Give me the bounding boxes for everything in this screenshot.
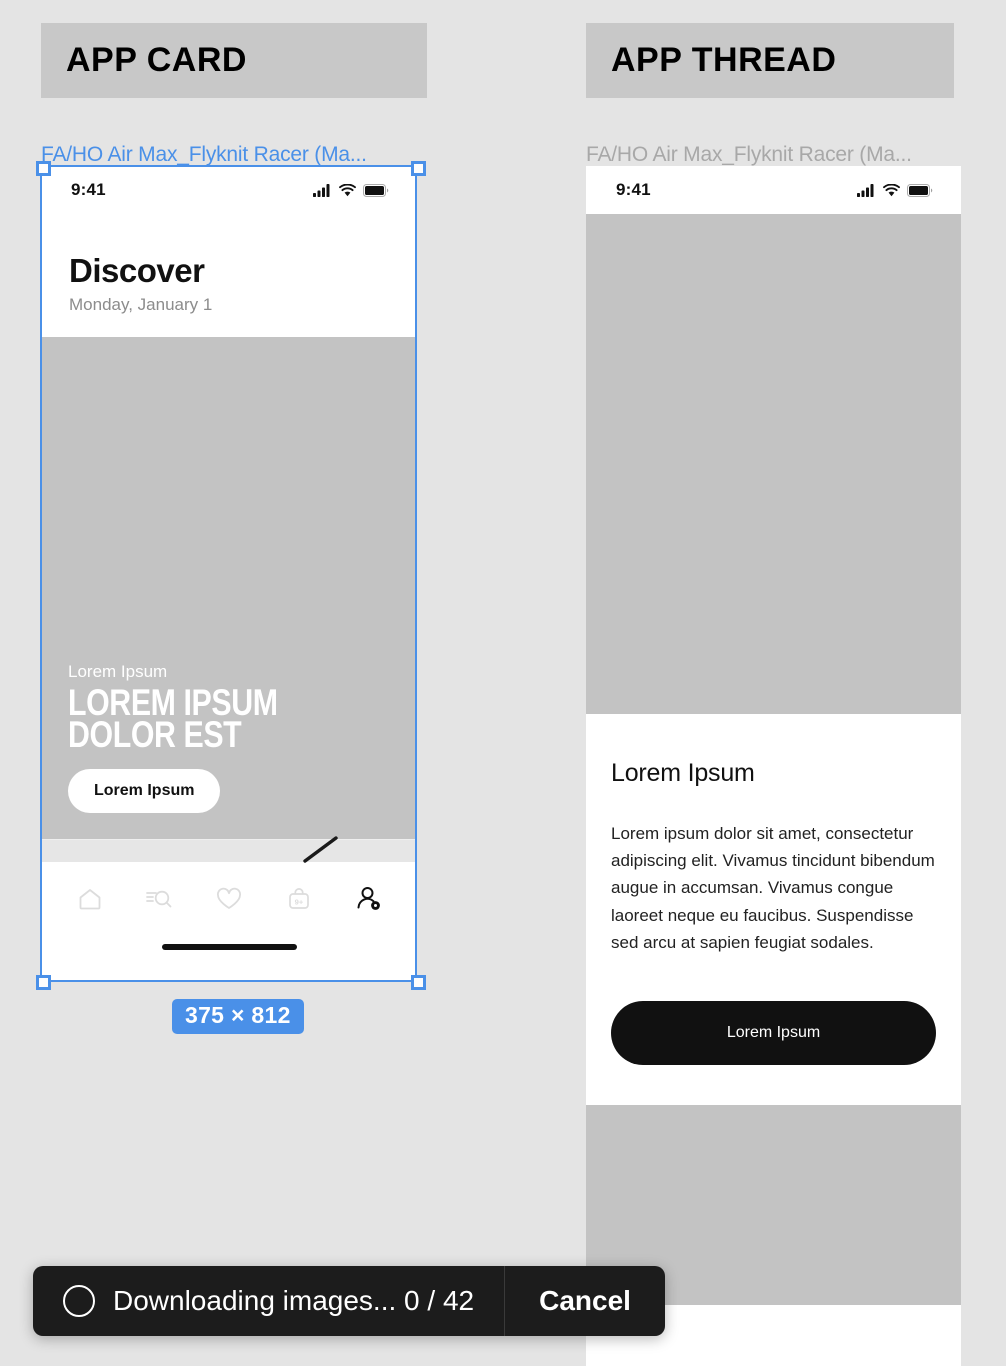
download-status-text: Downloading images... 0 / 42 <box>113 1285 475 1316</box>
home-icon <box>79 889 101 910</box>
hero-eyebrow: Lorem Ipsum <box>68 661 168 681</box>
selection-size-badge: 375 × 812 <box>172 999 304 1034</box>
tab-favorites[interactable] <box>207 877 251 921</box>
cellular-signal-icon <box>857 183 874 197</box>
bag-badge-count: 9+ <box>294 897 303 906</box>
tab-search[interactable] <box>137 877 181 921</box>
status-bar: 9:41 <box>586 166 961 214</box>
download-progress-toast: Downloading images... 0 / 42 Cancel <box>33 1266 665 1336</box>
status-time: 9:41 <box>71 180 106 199</box>
hero-content: Lorem Ipsum LOREM IPSUM DOLOR EST Lorem … <box>68 662 397 813</box>
tab-bag[interactable]: 9+ <box>277 877 321 921</box>
tab-profile[interactable] <box>346 877 390 921</box>
profile-gear-icon <box>357 887 381 910</box>
layer-name-app-thread[interactable]: FA/HO Air Max_Flyknit Racer (Ma... <box>586 143 912 167</box>
status-bar: 9:41 <box>41 166 417 214</box>
home-indicator[interactable] <box>161 944 297 950</box>
tab-bar[interactable]: 9+ <box>41 862 417 936</box>
home-indicator-area <box>41 936 417 976</box>
resize-handle-top-left[interactable] <box>36 161 51 176</box>
battery-icon <box>907 183 933 197</box>
thread-cta-button[interactable]: Lorem Ipsum <box>611 1000 936 1065</box>
tab-home[interactable] <box>68 877 112 921</box>
thread-hero-image-placeholder[interactable] <box>586 214 961 714</box>
section-header-app-card: APP CARD <box>41 23 427 98</box>
annotation-strip <box>41 836 417 863</box>
pen-stroke-icon <box>303 836 338 863</box>
section-title: APP CARD <box>66 41 247 79</box>
discover-header: Discover Monday, January 1 <box>41 214 417 337</box>
section-header-app-thread: APP THREAD <box>586 23 954 98</box>
cellular-signal-icon <box>313 183 330 197</box>
page-subtitle-date: Monday, January 1 <box>69 295 213 314</box>
layer-name-app-card[interactable]: FA/HO Air Max_Flyknit Racer (Ma... <box>41 143 367 167</box>
resize-handle-bottom-right[interactable] <box>411 975 426 990</box>
bag-icon: 9+ <box>288 888 309 909</box>
spinner-icon <box>63 1285 95 1317</box>
thread-title: Lorem Ipsum <box>611 759 755 787</box>
status-icons <box>857 183 933 197</box>
resize-handle-top-right[interactable] <box>411 161 426 176</box>
status-time: 9:41 <box>616 180 651 199</box>
page-title: Discover <box>69 252 205 289</box>
heart-icon <box>217 887 241 909</box>
artboard-app-card[interactable]: 9:41 Discover Monday, January 1 Lorem Ip… <box>41 166 417 980</box>
thread-paragraph: Lorem ipsum dolor sit amet, consectetur … <box>611 824 935 952</box>
hero-image-placeholder[interactable]: Lorem Ipsum LOREM IPSUM DOLOR EST Lorem … <box>41 337 417 839</box>
thread-content: Lorem Ipsum Lorem ipsum dolor sit amet, … <box>586 714 961 1105</box>
wifi-icon <box>339 183 356 196</box>
status-icons <box>313 183 389 197</box>
artboard-app-thread[interactable]: 9:41 Lorem Ipsum Lorem ipsum dolor sit a… <box>586 166 961 1366</box>
wifi-icon <box>883 183 900 196</box>
hero-cta-button[interactable]: Lorem Ipsum <box>68 769 221 813</box>
cancel-button[interactable]: Cancel <box>505 1266 665 1336</box>
hero-headline: LOREM IPSUM DOLOR EST <box>68 681 278 756</box>
battery-icon <box>363 183 389 197</box>
resize-handle-bottom-left[interactable] <box>36 975 51 990</box>
search-icon <box>146 890 172 908</box>
section-title: APP THREAD <box>611 41 837 79</box>
